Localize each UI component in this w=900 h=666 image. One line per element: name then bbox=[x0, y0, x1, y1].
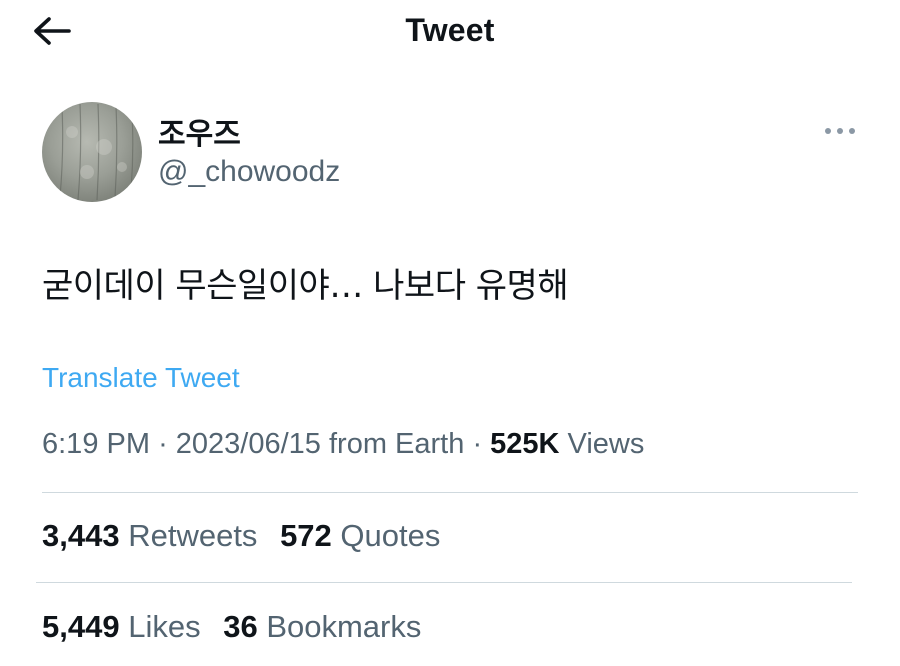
likes-label: Likes bbox=[128, 609, 201, 644]
likes-count: 5,449 bbox=[42, 609, 120, 644]
likes-stat[interactable]: 5,449 Likes bbox=[42, 609, 201, 645]
more-horizontal-icon bbox=[825, 128, 855, 134]
tweet-text: 굳이데이 무슨일이야… 나보다 유명해 bbox=[42, 266, 569, 306]
author-handle[interactable]: @_chowoodz bbox=[158, 155, 340, 189]
avatar[interactable] bbox=[42, 102, 142, 202]
quotes-count: 572 bbox=[280, 518, 332, 553]
retweets-stat[interactable]: 3,443 Retweets bbox=[42, 518, 257, 554]
translate-tweet-link[interactable]: Translate Tweet bbox=[42, 362, 240, 394]
stats-row-reposts: 3,443 Retweets 572 Quotes bbox=[42, 518, 454, 554]
tweet-date[interactable]: 2023/06/15 bbox=[176, 428, 321, 460]
views-count: 525K bbox=[490, 428, 560, 460]
more-options-button[interactable] bbox=[820, 118, 860, 144]
separator-dot: · bbox=[158, 428, 176, 460]
top-bar: Tweet bbox=[0, 0, 900, 62]
retweets-label: Retweets bbox=[128, 518, 258, 553]
quotes-stat[interactable]: 572 Quotes bbox=[280, 518, 440, 554]
retweets-count: 3,443 bbox=[42, 518, 120, 553]
bookmarks-stat[interactable]: 36 Bookmarks bbox=[223, 609, 421, 645]
tweet-source: from Earth bbox=[329, 428, 465, 460]
divider bbox=[36, 582, 852, 583]
tweet-time[interactable]: 6:19 PM bbox=[42, 428, 150, 460]
author-name[interactable]: 조우즈 bbox=[158, 109, 241, 153]
divider bbox=[42, 492, 858, 493]
views-label: Views bbox=[567, 428, 645, 460]
separator-dot: · bbox=[472, 428, 491, 460]
tweet-metadata: 6:19 PM · 2023/06/15 from Earth · 525K V… bbox=[42, 428, 644, 461]
quotes-label: Quotes bbox=[340, 518, 441, 553]
page-title: Tweet bbox=[405, 12, 495, 48]
avatar-texture bbox=[59, 103, 134, 201]
bookmarks-count: 36 bbox=[223, 609, 258, 644]
stats-row-reactions: 5,449 Likes 36 Bookmarks bbox=[42, 609, 435, 645]
bookmarks-label: Bookmarks bbox=[266, 609, 422, 644]
